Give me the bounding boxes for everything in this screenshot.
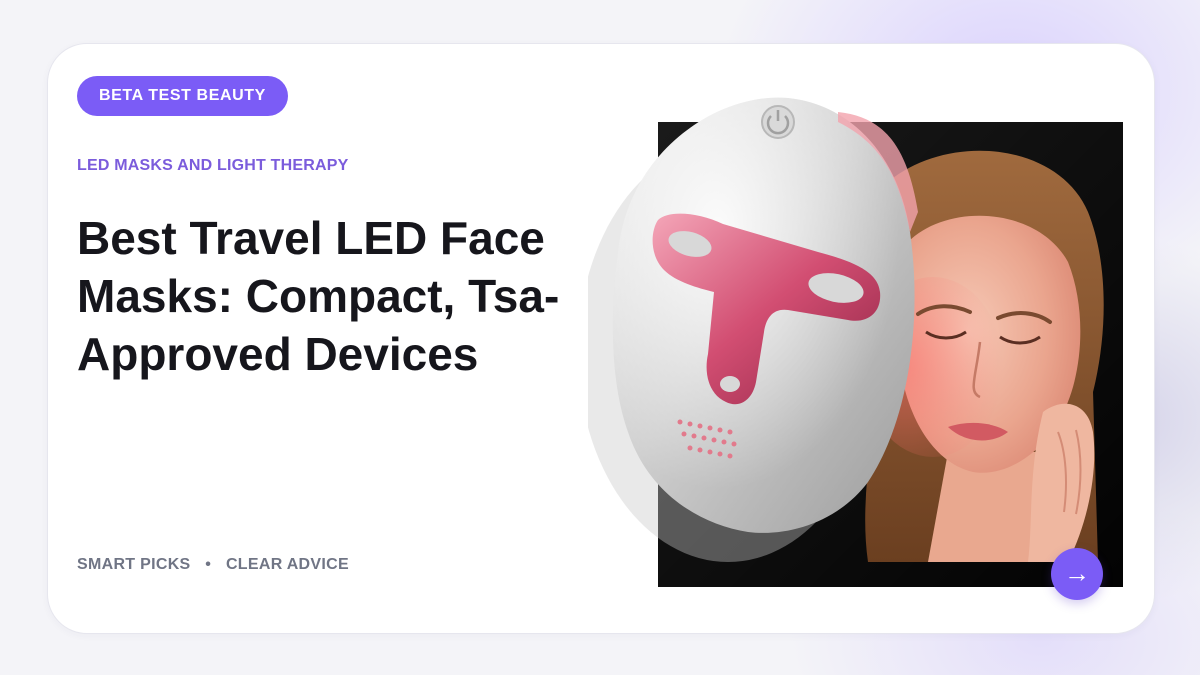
brand-badge[interactable]: BETA TEST BEAUTY: [77, 76, 288, 116]
tagline-right: CLEAR ADVICE: [225, 556, 349, 573]
next-arrow-button[interactable]: →: [1051, 548, 1103, 600]
category-label[interactable]: LED MASKS AND LIGHT THERAPY: [77, 157, 348, 175]
article-card: BETA TEST BEAUTY LED MASKS AND LIGHT THE…: [47, 43, 1155, 634]
tagline-left: SMART PICKS: [77, 556, 191, 573]
tagline: SMART PICKS • CLEAR ADVICE: [77, 556, 349, 574]
arrow-right-icon: →: [1064, 558, 1090, 588]
hero-image: [588, 92, 1128, 594]
article-headline[interactable]: Best Travel LED Face Masks: Compact, Tsa…: [77, 209, 597, 383]
tagline-separator: •: [205, 556, 212, 573]
